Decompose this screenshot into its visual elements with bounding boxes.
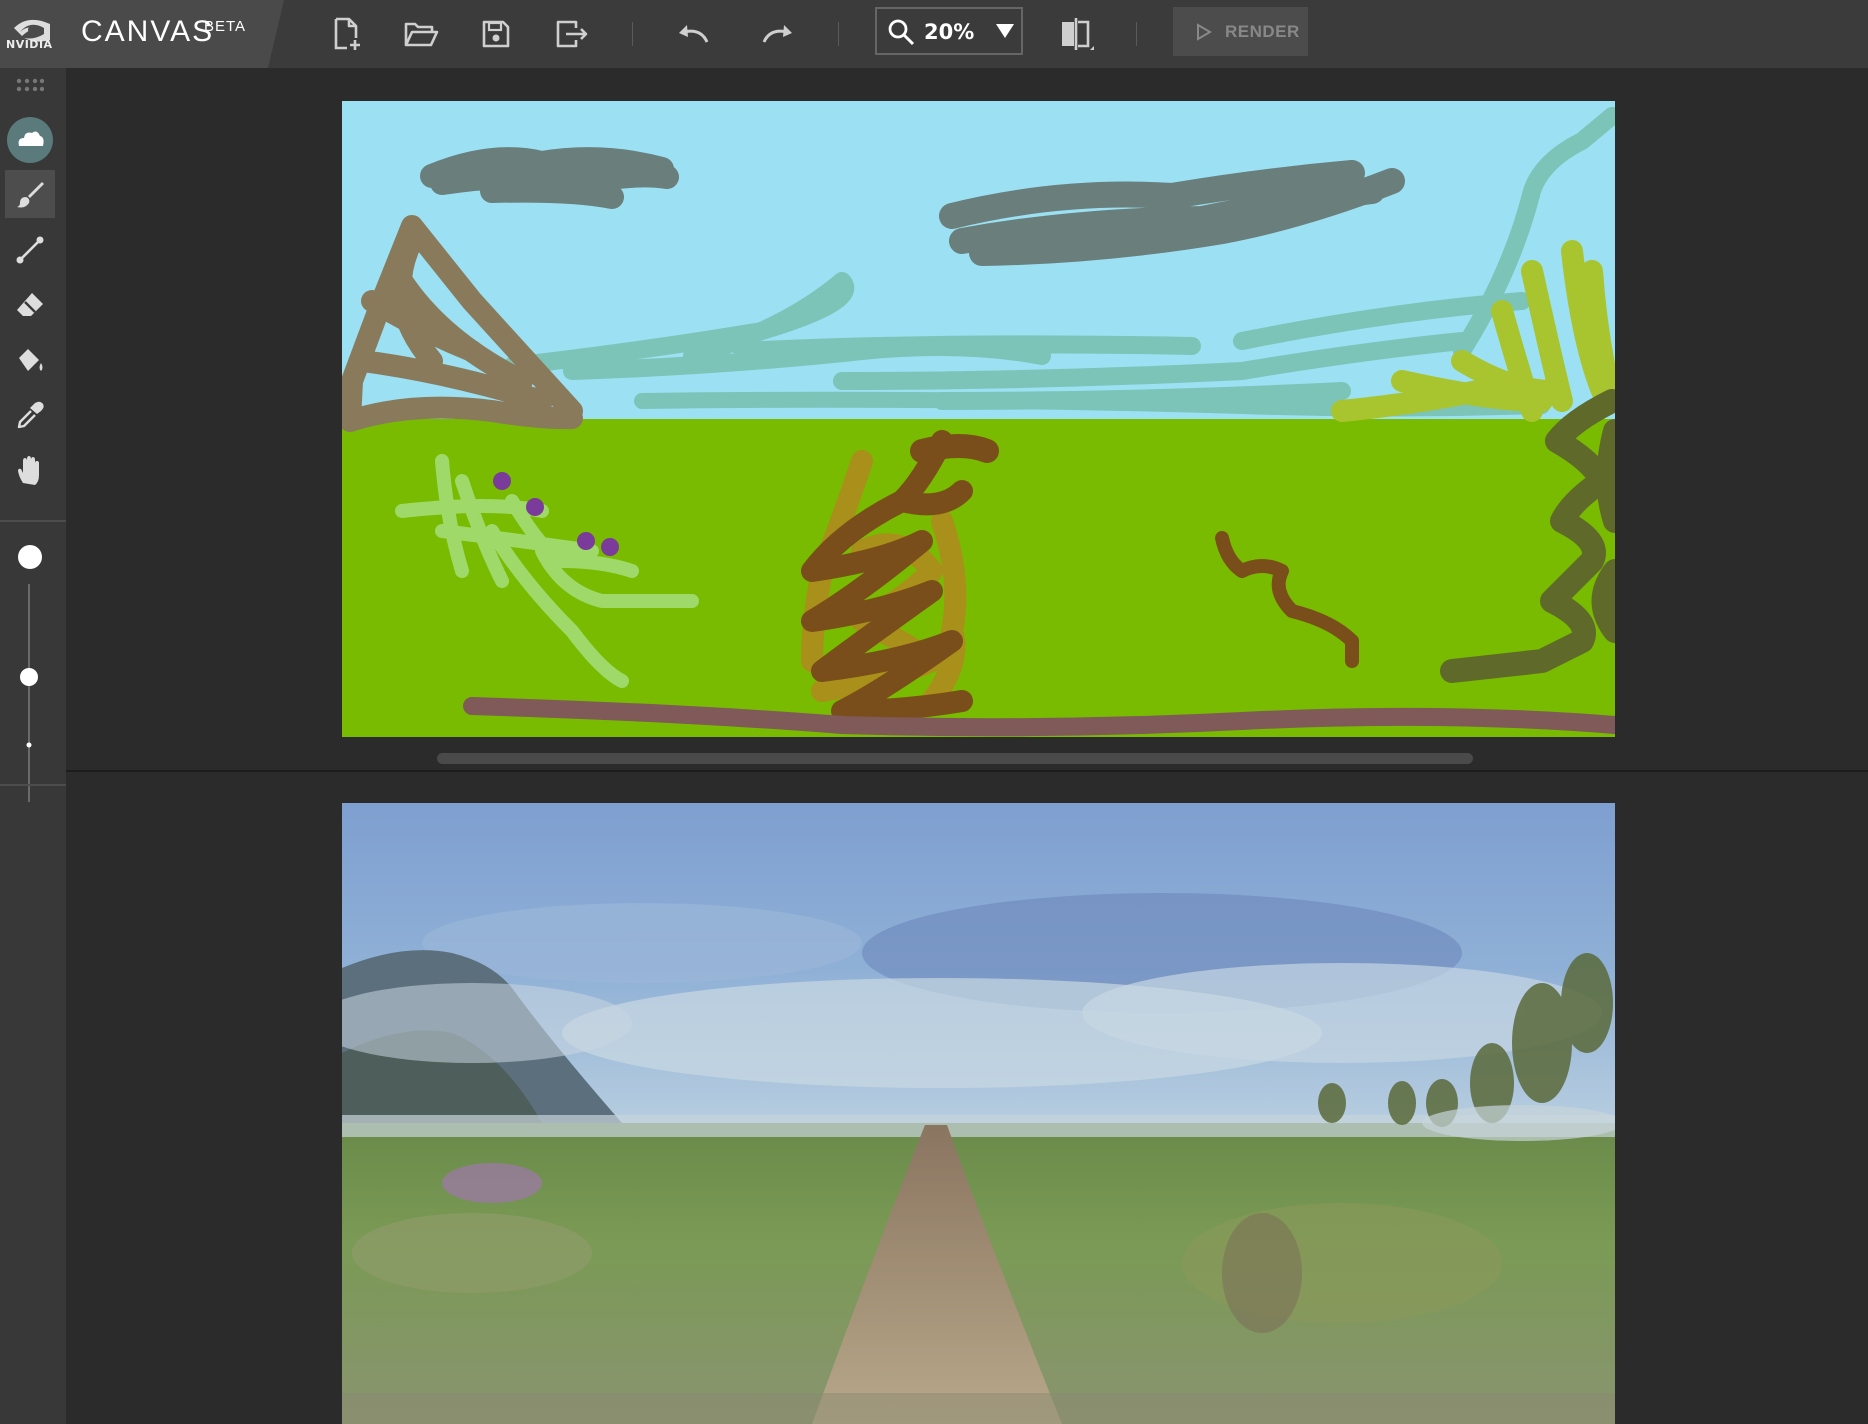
beta-badge: BETA <box>204 18 247 35</box>
tool-sidebar <box>0 68 66 1424</box>
play-icon <box>1197 23 1212 41</box>
render-button[interactable]: RENDER <box>1173 7 1308 56</box>
hand-icon <box>18 456 39 485</box>
eraser-tool[interactable] <box>5 281 55 329</box>
company-name: NVIDIA <box>6 38 53 51</box>
brand-panel: NVIDIA CANVAS BETA <box>0 0 290 68</box>
app-title: CANVAS <box>81 15 215 48</box>
pan-tool[interactable] <box>5 447 55 495</box>
top-toolbar: NVIDIA CANVAS BETA 20% RENDER <box>0 0 1868 68</box>
brush-size-slider-handle[interactable] <box>19 667 39 687</box>
split-view-icon <box>1062 18 1094 50</box>
compare-view-button[interactable] <box>1054 12 1098 56</box>
toolbar-separator <box>0 784 66 786</box>
materials-tool[interactable] <box>5 116 55 164</box>
rendered-landscape-image <box>342 803 1615 1424</box>
horizontal-scrollbar[interactable] <box>437 753 1473 764</box>
brush-tool[interactable] <box>5 170 55 218</box>
line-icon <box>16 236 44 264</box>
brush-size-slider-track[interactable] <box>28 584 30 802</box>
eraser-icon <box>17 293 43 316</box>
undo-icon <box>679 25 709 43</box>
new-file-icon <box>334 17 360 50</box>
eyedropper-icon <box>17 401 44 429</box>
zoom-dropdown[interactable]: 20% <box>875 7 1023 55</box>
save-icon <box>482 20 510 48</box>
chevron-down-icon <box>996 24 1014 38</box>
paint-bucket-icon <box>19 349 43 371</box>
eyedropper-tool[interactable] <box>5 391 55 439</box>
redo-icon <box>762 25 792 43</box>
new-file-button[interactable] <box>325 12 369 56</box>
toolbar-separator <box>0 520 66 522</box>
magnifier-icon <box>888 19 915 46</box>
export-icon <box>556 20 588 48</box>
brush-size-small-icon <box>26 742 32 748</box>
dirt-stroke <box>910 434 999 463</box>
panel-divider[interactable] <box>66 770 1868 772</box>
zoom-value: 20% <box>924 20 975 44</box>
toolbar-separator <box>632 22 633 46</box>
drag-handle-icon[interactable] <box>16 78 44 92</box>
open-button[interactable] <box>399 12 443 56</box>
cloud-icon <box>7 117 53 163</box>
render-label: RENDER <box>1225 22 1300 41</box>
fill-tool[interactable] <box>5 336 55 384</box>
undo-button[interactable] <box>671 12 715 56</box>
toolbar-separator <box>838 22 839 46</box>
painting-canvas[interactable] <box>342 101 1615 737</box>
brush-icon <box>17 182 44 208</box>
line-tool[interactable] <box>5 226 55 274</box>
brush-size-large-icon <box>18 545 42 569</box>
folder-open-icon <box>404 22 439 47</box>
save-button[interactable] <box>474 12 518 56</box>
export-button[interactable] <box>550 12 594 56</box>
redo-button[interactable] <box>756 12 800 56</box>
toolbar-separator <box>1136 22 1137 46</box>
